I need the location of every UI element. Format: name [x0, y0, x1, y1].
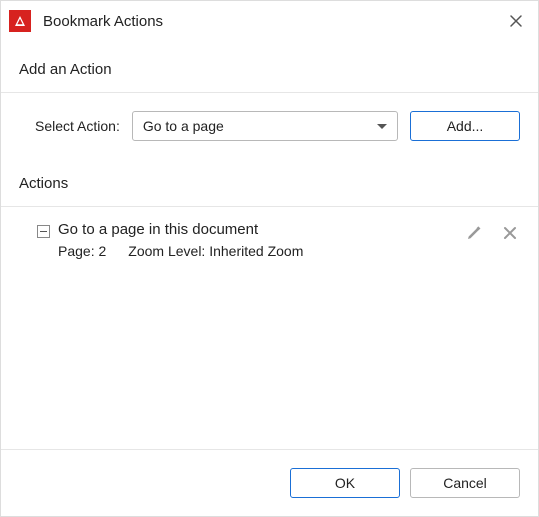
window-title: Bookmark Actions: [43, 13, 492, 30]
titlebar: Bookmark Actions: [1, 1, 538, 41]
select-action-label: Select Action:: [35, 118, 120, 134]
action-zoom: Zoom Level: Inherited Zoom: [128, 243, 303, 259]
actions-heading: Actions: [19, 175, 520, 192]
chevron-down-icon: [377, 124, 387, 129]
select-action-dropdown[interactable]: Go to a page: [132, 111, 398, 141]
edit-icon[interactable]: [464, 223, 484, 243]
delete-icon[interactable]: [500, 223, 520, 243]
minus-icon: [40, 231, 47, 233]
action-page: Page: 2: [58, 243, 106, 259]
action-title: Go to a page in this document: [58, 221, 464, 238]
dialog-footer: OK Cancel: [1, 449, 538, 516]
select-action-value: Go to a page: [143, 118, 224, 134]
actions-list: Go to a page in this document Page: 2 Zo…: [1, 207, 538, 449]
action-details: Page: 2 Zoom Level: Inherited Zoom: [58, 243, 464, 259]
app-icon: [9, 10, 31, 32]
cancel-button[interactable]: Cancel: [410, 468, 520, 498]
collapse-toggle[interactable]: [37, 225, 50, 238]
add-action-heading: Add an Action: [19, 61, 520, 78]
ok-button[interactable]: OK: [290, 468, 400, 498]
add-button[interactable]: Add...: [410, 111, 520, 141]
select-action-row: Select Action: Go to a page Add...: [1, 93, 538, 141]
actions-section: Actions: [1, 141, 538, 192]
action-item: Go to a page in this document Page: 2 Zo…: [1, 207, 538, 259]
add-action-section: Add an Action: [1, 41, 538, 78]
close-icon[interactable]: [504, 9, 528, 33]
action-text: Go to a page in this document Page: 2 Zo…: [58, 221, 464, 259]
action-tools: [464, 221, 538, 243]
